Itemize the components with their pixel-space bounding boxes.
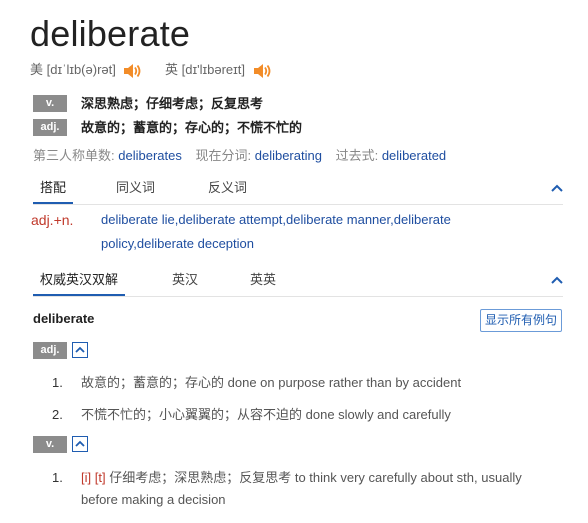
definition-cn: 故意的；蓄意的；存心的	[81, 375, 225, 390]
tab-collocations[interactable]: 搭配	[33, 174, 74, 204]
pronunciation-uk: 英 [dɪ'lɪbəreɪt]	[165, 60, 272, 81]
pos-definition-adj: 故意的；蓄意的；存心的；不慌不忙的	[81, 120, 303, 135]
definition-number: 1.	[52, 375, 63, 390]
us-label: 美	[30, 62, 44, 77]
adj-section-tag: adj.	[33, 342, 67, 359]
us-ipa: [dɪˈlɪb(ə)rət]	[46, 62, 116, 77]
present-participle-link[interactable]: deliberating	[255, 148, 322, 163]
pronunciation-us: 美 [dɪˈlɪb(ə)rət]	[30, 60, 142, 81]
collapse-verb-toggle[interactable]	[72, 436, 88, 452]
tab-en-en[interactable]: 英英	[243, 266, 283, 294]
definition-cn: 不慌不忙的；小心翼翼的；从容不迫的	[81, 407, 303, 422]
past-tense-link[interactable]: deliberated	[382, 148, 446, 163]
tab-antonyms[interactable]: 反义词	[201, 174, 254, 202]
dictionary-tabbar: 权威英汉双解 英汉 英英	[33, 266, 563, 297]
headword: deliberate	[30, 13, 191, 54]
collocation-pos: adj.+n.	[31, 212, 74, 228]
entry-word: deliberate	[33, 311, 95, 326]
pos-definition-verb: 深思熟虑；仔细考虑；反复思考	[81, 96, 264, 111]
verb-section-tag: v.	[33, 436, 67, 453]
collapse-adj-toggle[interactable]	[72, 342, 88, 358]
past-tense-label: 过去式:	[335, 148, 379, 163]
definition-row: 2. 不慌不忙的；小心翼翼的；从容不迫的 done slowly and care…	[52, 404, 451, 426]
chevron-up-icon	[75, 346, 85, 353]
definition-row: 1. 故意的；蓄意的；存心的 done on purpose rather tha…	[52, 372, 461, 394]
definition-number: 2.	[52, 407, 63, 422]
grammar-code: [i] [t]	[81, 470, 106, 485]
third-person-link[interactable]: deliberates	[118, 148, 182, 163]
chevron-up-icon[interactable]	[550, 275, 564, 285]
third-person-label: 第三人称单数:	[33, 148, 115, 163]
collocation-list: deliberate lie,deliberate attempt,delibe…	[101, 212, 451, 251]
collocation-link[interactable]: deliberate attempt	[178, 212, 282, 227]
definition-number: 1.	[52, 470, 63, 485]
chevron-up-icon[interactable]	[550, 183, 564, 193]
collocation-link[interactable]: deliberate deception	[137, 236, 254, 251]
inflections: 第三人称单数: deliberates 现在分词: deliberating 过…	[33, 147, 446, 165]
speaker-icon[interactable]	[252, 61, 272, 81]
definition-cn: 仔细考虑；深思熟虑；反复思考	[109, 470, 292, 485]
uk-ipa: [dɪ'lɪbəreɪt]	[181, 62, 245, 77]
show-all-examples-button[interactable]: 显示所有例句	[480, 309, 562, 332]
present-participle-label: 现在分词:	[195, 148, 252, 163]
definition-en: done on purpose rather than by accident	[227, 375, 462, 390]
pos-tag-verb: v.	[33, 95, 67, 112]
chevron-up-icon	[75, 440, 85, 447]
uk-label: 英	[165, 62, 179, 77]
speaker-icon[interactable]	[122, 61, 142, 81]
collocation-tabbar: 搭配 同义词 反义词	[33, 174, 563, 205]
definition-row: [i] [t] 仔细考虑；深思熟虑；反复思考 to think very car…	[81, 467, 561, 511]
tab-synonyms[interactable]: 同义词	[109, 174, 162, 202]
collocation-link[interactable]: deliberate lie	[101, 212, 175, 227]
pos-tag-adj: adj.	[33, 119, 67, 136]
tab-authoritative[interactable]: 权威英汉双解	[33, 266, 126, 296]
definition-en: done slowly and carefully	[305, 407, 451, 422]
collocation-link[interactable]: deliberate manner	[286, 212, 390, 227]
tab-en-cn[interactable]: 英汉	[165, 266, 205, 294]
